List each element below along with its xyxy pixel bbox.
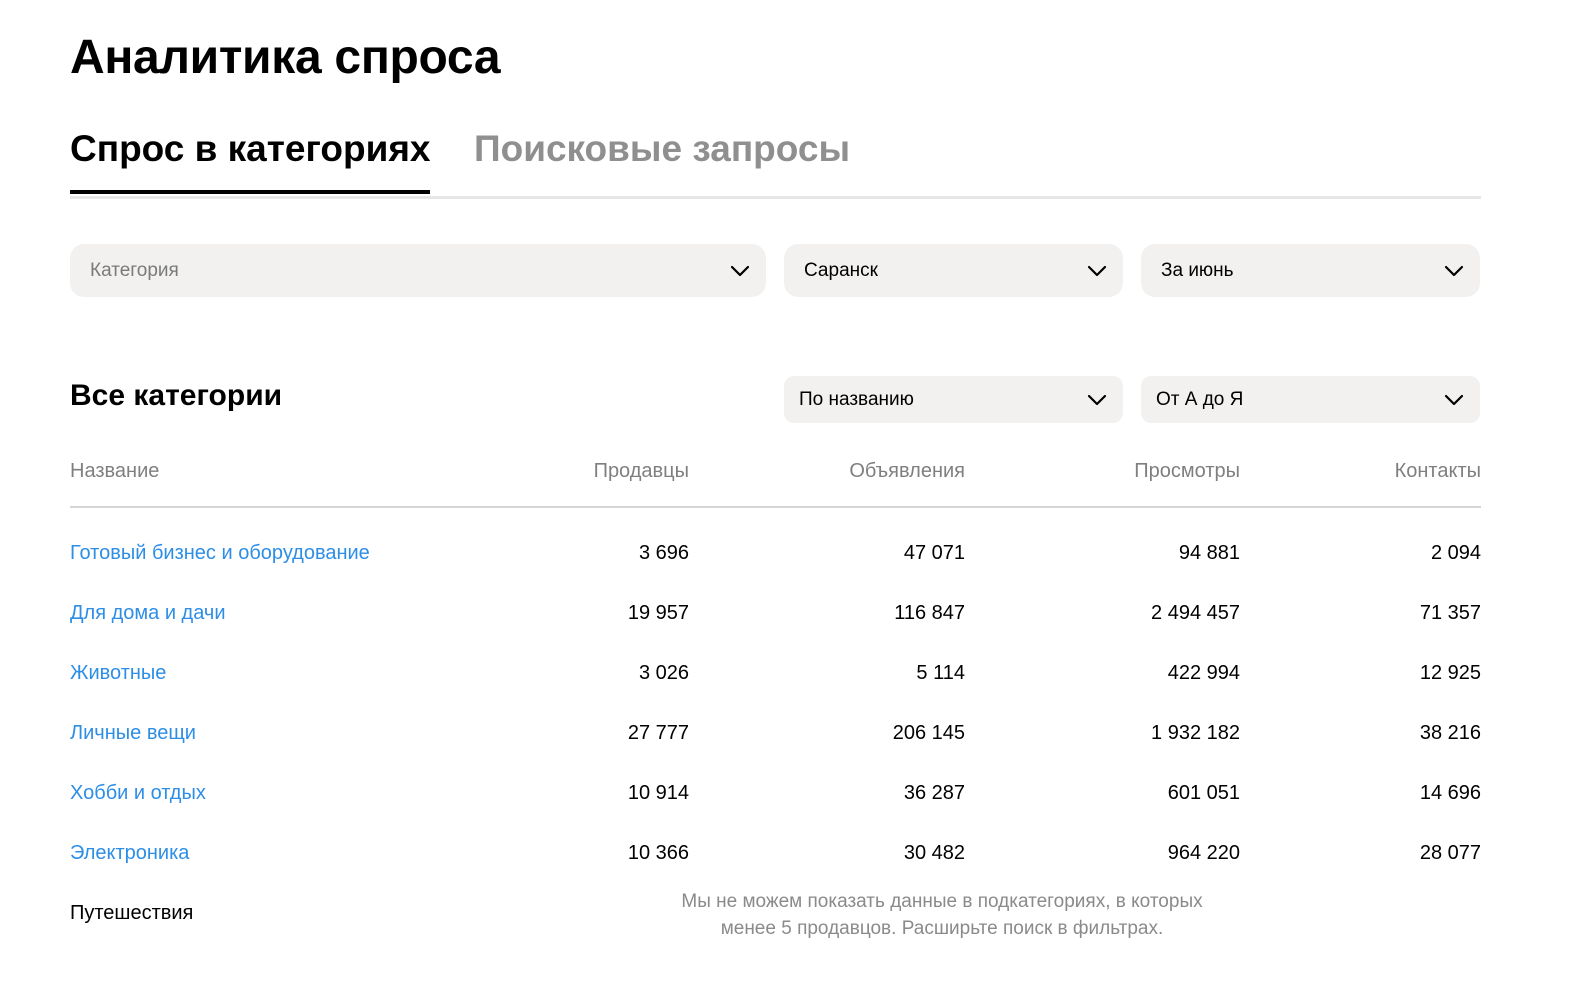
section-title: Все категории	[70, 379, 283, 412]
sort-order-value: От А до Я	[1156, 388, 1244, 410]
sellers-value: 3 696	[638, 542, 689, 564]
contacts-value: 14 696	[1419, 782, 1481, 804]
category-link[interactable]: Готовый бизнес и оборудование	[70, 542, 370, 565]
column-header-ads: Объявления	[849, 460, 965, 482]
category-name-restricted: Путешествия	[70, 902, 194, 924]
category-link[interactable]: Для дома и дачи	[70, 602, 226, 625]
table-row: Хобби и отдых 10 914 36 287 601 051 14 6…	[70, 772, 1481, 812]
category-link[interactable]: Электроника	[70, 842, 189, 865]
views-value: 422 994	[1167, 662, 1240, 684]
insufficient-data-note: Мы не можем показать данные в подкатегор…	[650, 888, 1234, 942]
sellers-value: 10 366	[627, 842, 689, 864]
active-tab-indicator	[70, 190, 430, 194]
category-link[interactable]: Хобби и отдых	[70, 782, 206, 805]
chevron-down-icon	[1087, 265, 1107, 276]
chevron-down-icon	[1444, 265, 1464, 276]
ads-value: 206 145	[892, 722, 965, 744]
views-value: 964 220	[1167, 842, 1240, 864]
tab-demand-in-categories[interactable]: Спрос в категориях	[70, 128, 431, 170]
column-header-views: Просмотры	[1134, 460, 1240, 482]
views-value: 2 494 457	[1151, 602, 1240, 624]
city-select[interactable]: Саранск	[784, 244, 1123, 297]
contacts-value: 38 216	[1419, 722, 1481, 744]
category-link[interactable]: Личные вещи	[70, 722, 196, 745]
contacts-value: 2 094	[1430, 542, 1481, 564]
ads-value: 5 114	[916, 662, 965, 684]
views-value: 94 881	[1178, 542, 1240, 564]
category-select-placeholder: Категория	[90, 259, 179, 281]
page-title: Аналитика спроса	[70, 31, 501, 84]
table-row: Готовый бизнес и оборудование 3 696 47 0…	[70, 532, 1481, 572]
ads-value: 30 482	[903, 842, 965, 864]
sellers-value: 27 777	[627, 722, 689, 744]
ads-value: 47 071	[903, 542, 965, 564]
period-select-value: За июнь	[1161, 259, 1234, 281]
contacts-value: 12 925	[1419, 662, 1481, 684]
ads-value: 36 287	[903, 782, 965, 804]
insufficient-data-note-line: Мы не можем показать данные в подкатегор…	[681, 891, 1203, 912]
category-link[interactable]: Животные	[70, 662, 166, 685]
table-row: Для дома и дачи 19 957 116 847 2 494 457…	[70, 592, 1481, 632]
insufficient-data-note-line: менее 5 продавцов. Расширьте поиск в фил…	[720, 918, 1164, 939]
sellers-value: 3 026	[638, 662, 689, 684]
column-header-name: Название	[70, 460, 160, 482]
tabs-bar: Спрос в категориях Поисковые запросы	[70, 128, 1481, 199]
restricted-table-row: Путешествия Мы не можем показать данные …	[70, 886, 1481, 946]
tab-search-queries[interactable]: Поисковые запросы	[474, 128, 850, 170]
contacts-value: 28 077	[1419, 842, 1481, 864]
column-header-contacts: Контакты	[1394, 460, 1481, 482]
table-row: Личные вещи 27 777 206 145 1 932 182 38 …	[70, 712, 1481, 752]
table-header: Название Продавцы Объявления Просмотры К…	[70, 460, 1481, 508]
city-select-value: Саранск	[804, 259, 878, 281]
sellers-value: 10 914	[627, 782, 689, 804]
column-header-sellers: Продавцы	[593, 460, 689, 482]
table-row: Электроника 10 366 30 482 964 220 28 077	[70, 832, 1481, 872]
sort-field-select[interactable]: По названию	[784, 376, 1123, 423]
chevron-down-icon	[1444, 394, 1464, 405]
views-value: 601 051	[1167, 782, 1240, 804]
sort-order-select[interactable]: От А до Я	[1141, 376, 1480, 423]
category-select[interactable]: Категория	[70, 244, 766, 297]
sellers-value: 19 957	[627, 602, 689, 624]
ads-value: 116 847	[894, 602, 965, 624]
sort-field-value: По названию	[799, 388, 914, 410]
period-select[interactable]: За июнь	[1141, 244, 1480, 297]
chevron-down-icon	[1087, 394, 1107, 405]
table-row: Животные 3 026 5 114 422 994 12 925	[70, 652, 1481, 692]
contacts-value: 71 357	[1419, 602, 1481, 624]
views-value: 1 932 182	[1151, 722, 1240, 744]
chevron-down-icon	[730, 265, 750, 276]
